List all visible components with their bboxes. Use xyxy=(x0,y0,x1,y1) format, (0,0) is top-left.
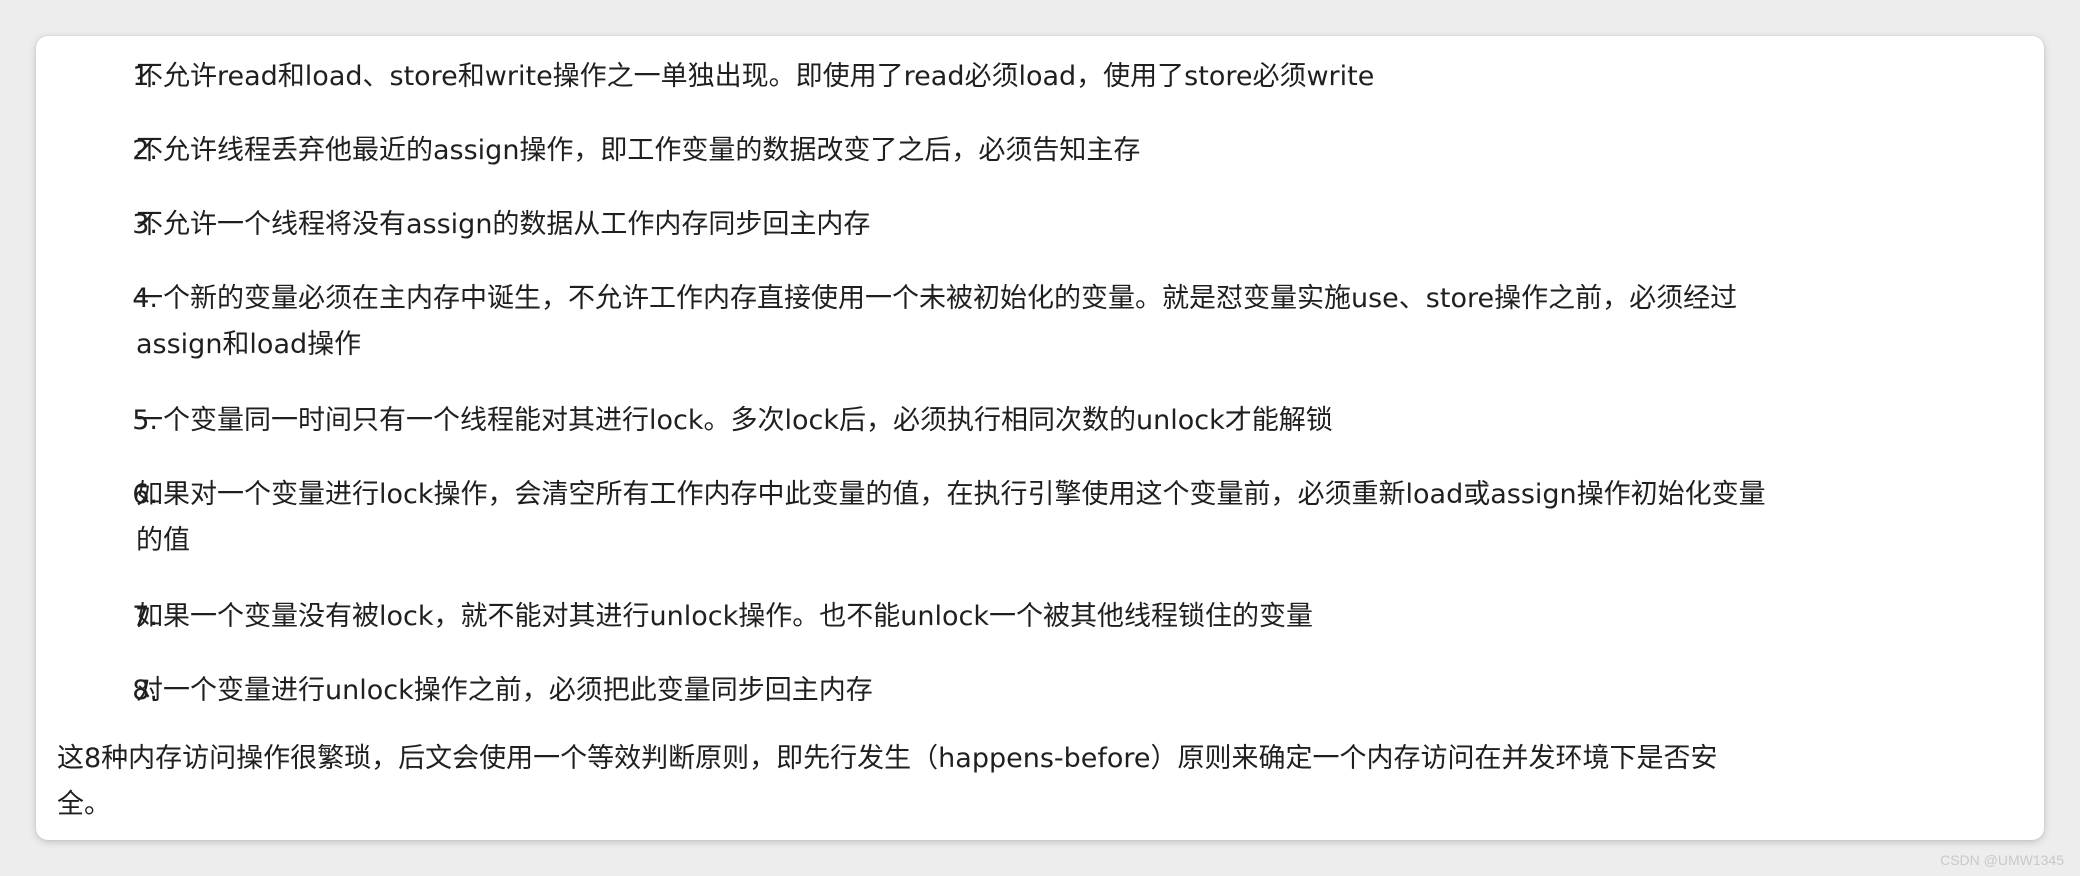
summary-paragraph: 这8种内存访问操作很繁琐，后文会使用一个等效判断原则，即先行发生（happens… xyxy=(57,736,1797,828)
watermark: CSDN @UMW1345 xyxy=(1940,852,2064,868)
list-text: 一个变量同一时间只有一个线程能对其进行lock。多次lock后，必须执行相同次数… xyxy=(136,398,1876,444)
content-card: 1. 不允许read和load、store和write操作之一单独出现。即使用了… xyxy=(36,36,2044,840)
list-text-line: 如果对一个变量进行lock操作，会清空所有工作内存中此变量的值，在执行引擎使用这… xyxy=(136,479,1766,510)
list-text: 不允许线程丢弃他最近的assign操作，即工作变量的数据改变了之后，必须告知主存 xyxy=(136,128,1876,174)
summary-line: 这8种内存访问操作很繁琐，后文会使用一个等效判断原则，即先行发生（happens… xyxy=(57,743,1718,774)
list-text-line: 对一个变量进行unlock操作之前，必须把此变量同步回主内存 xyxy=(136,675,873,706)
list-text: 不允许read和load、store和write操作之一单独出现。即使用了rea… xyxy=(136,54,1876,100)
list-text: 对一个变量进行unlock操作之前，必须把此变量同步回主内存 xyxy=(136,668,1876,714)
list-text: 不允许一个线程将没有assign的数据从工作内存同步回主内存 xyxy=(136,202,1876,248)
page: 1. 不允许read和load、store和write操作之一单独出现。即使用了… xyxy=(0,0,2080,876)
list-text-line: 不允许线程丢弃他最近的assign操作，即工作变量的数据改变了之后，必须告知主存 xyxy=(136,135,1141,166)
list-text-line: assign和load操作 xyxy=(136,329,362,360)
summary-line: 全。 xyxy=(57,789,111,820)
list-text-line: 不允许read和load、store和write操作之一单独出现。即使用了rea… xyxy=(136,61,1375,92)
list-text-line: 如果一个变量没有被lock，就不能对其进行unlock操作。也不能unlock一… xyxy=(136,601,1313,632)
list-text-line: 的值 xyxy=(136,525,190,556)
list-text: 如果对一个变量进行lock操作，会清空所有工作内存中此变量的值，在执行引擎使用这… xyxy=(136,472,1876,564)
list-text-line: 不允许一个线程将没有assign的数据从工作内存同步回主内存 xyxy=(136,209,871,240)
list-text: 一个新的变量必须在主内存中诞生，不允许工作内存直接使用一个未被初始化的变量。就是… xyxy=(136,276,1876,368)
list-text-line: 一个变量同一时间只有一个线程能对其进行lock。多次lock后，必须执行相同次数… xyxy=(136,405,1333,436)
list-text-line: 一个新的变量必须在主内存中诞生，不允许工作内存直接使用一个未被初始化的变量。就是… xyxy=(136,283,1738,314)
list-text: 如果一个变量没有被lock，就不能对其进行unlock操作。也不能unlock一… xyxy=(136,594,1876,640)
